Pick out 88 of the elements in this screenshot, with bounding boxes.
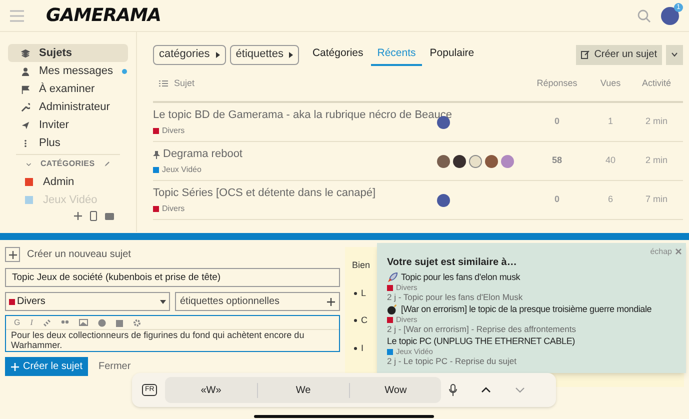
add-icon (8, 250, 16, 258)
preview-text: C (361, 314, 368, 327)
chevron-up-icon[interactable] (481, 387, 492, 393)
activity-time: 2 min (644, 154, 668, 168)
tags-field[interactable]: étiquettes optionnelles (175, 292, 340, 311)
edit-icon (581, 50, 590, 59)
suggestion-key[interactable]: «W» (165, 382, 257, 398)
category-label[interactable]: Divers (162, 202, 185, 215)
preview-text: L (361, 286, 366, 300)
similar-topic-title[interactable]: Le topic PC (UNPLUG THE ETHERNET CABLE) (387, 335, 575, 347)
avatar[interactable] (453, 154, 466, 168)
composer-action: Créer un nouveau sujet (27, 248, 131, 262)
close-icon[interactable] (675, 248, 682, 255)
caret-icon (216, 52, 220, 58)
views-count: 6 (606, 193, 614, 206)
add-button[interactable] (5, 247, 20, 262)
topic-excerpt: 2 j - [War on errorism] - Reprise des affrontements (387, 324, 577, 335)
bullet-icon (354, 292, 357, 295)
pencil-icon[interactable] (104, 160, 110, 168)
avatar[interactable] (437, 154, 450, 168)
category-label[interactable]: Divers (162, 124, 185, 137)
editor-text: Pour les deux collectionneurs de figurines du fond qui achètent encore du Warhammer. (10, 330, 306, 350)
bullet-icon (354, 319, 357, 322)
layers-icon (21, 48, 30, 58)
rocket-icon (387, 272, 398, 282)
sidebar-item[interactable]: Administrateur (8, 98, 128, 116)
sidebar-item[interactable]: Mes messages (8, 62, 128, 80)
submit-button[interactable]: Créer le sujet (5, 357, 88, 376)
category-item[interactable]: Admin (8, 173, 128, 191)
flag-icon (21, 84, 30, 94)
sidebar-item[interactable]: Plus (8, 134, 128, 152)
avatar[interactable] (437, 194, 450, 206)
nav-tab[interactable]: Populaire (424, 43, 480, 66)
replies-count: 58 (550, 154, 563, 168)
activity-time: 7 min (644, 193, 668, 206)
topic-title[interactable]: Topic Séries [OCS et détente dans le canapé] (153, 185, 376, 202)
chevron-down-icon[interactable] (26, 160, 32, 168)
popup-title: Votre sujet est similaire à… (387, 256, 517, 269)
phone-icon[interactable] (90, 211, 97, 221)
add-icon[interactable] (74, 212, 82, 220)
topic-excerpt: 2 j - Le topic PC - Reprise du sujet (387, 356, 518, 367)
list-icon[interactable] (159, 80, 168, 87)
create-topic-button[interactable]: Créer un sujet (576, 44, 662, 64)
add-icon[interactable] (327, 298, 335, 306)
section-heading: CATÉGORIES (40, 158, 95, 170)
sidebar-item[interactable]: Sujets (8, 44, 128, 62)
user-avatar[interactable] (661, 6, 679, 24)
microphone-icon[interactable] (449, 384, 458, 396)
filter-dropdown[interactable]: étiquettes (230, 44, 300, 64)
topic-title[interactable]: Le topic BD de Gamerama - aka la rubrique nécro de Beauce (153, 107, 452, 124)
preview-text: Bien (352, 259, 370, 272)
category-label[interactable]: Jeux Vidéo (162, 164, 202, 176)
filter-dropdown[interactable]: catégories (153, 44, 226, 64)
nav-tab[interactable]: Catégories (306, 43, 370, 66)
topic-excerpt: 2 j - Topic pour les fans d'Elon Musk (387, 292, 524, 303)
title-input[interactable]: Topic Jeux de société (kubenbois et prise de tête) (5, 268, 340, 287)
gear-icon[interactable] (132, 318, 141, 326)
suggestion-key[interactable]: We (256, 382, 349, 398)
chevron-down-icon (671, 52, 678, 57)
suggestion-key[interactable]: Wow (349, 382, 442, 398)
views-count: 40 (604, 154, 616, 168)
send-icon (21, 120, 30, 130)
sidebar-item[interactable]: À examiner (8, 80, 128, 98)
close-link[interactable]: Fermer (98, 359, 131, 374)
menu-icon[interactable] (10, 10, 24, 22)
category-dropdown[interactable]: Divers (5, 292, 170, 311)
bomb-icon (387, 304, 398, 314)
topic-title[interactable]: Degrama reboot (163, 146, 242, 163)
add-icon (11, 362, 19, 370)
sidebar-item[interactable]: Inviter (8, 116, 128, 134)
dropdown-button[interactable] (666, 44, 683, 64)
caret-icon (289, 52, 294, 58)
user-icon (21, 66, 30, 76)
search-icon[interactable] (637, 8, 651, 22)
editor-field[interactable]: G I Pour les deux collectionneurs de figurines du fond qui achètent encore du Warhammer. (5, 315, 340, 352)
bullet-icon (354, 346, 357, 350)
views-count: 1 (606, 115, 614, 128)
replies-count: 0 (553, 193, 560, 206)
similar-topic-title[interactable]: Topic pour les fans d'elon musk (401, 271, 520, 283)
activity-time: 2 min (644, 115, 668, 128)
avatar[interactable] (485, 154, 498, 168)
similar-topic-title[interactable]: [War on errorism] le topic de la presque troisième guerre mondiale (401, 303, 652, 315)
site-logo[interactable]: GAMERAMA (46, 2, 161, 29)
replies-count: 0 (553, 115, 560, 128)
preview-text: I (361, 342, 364, 354)
chevron-down-icon[interactable] (515, 387, 526, 393)
image-icon[interactable] (78, 319, 88, 326)
caret-down-icon (160, 300, 166, 304)
